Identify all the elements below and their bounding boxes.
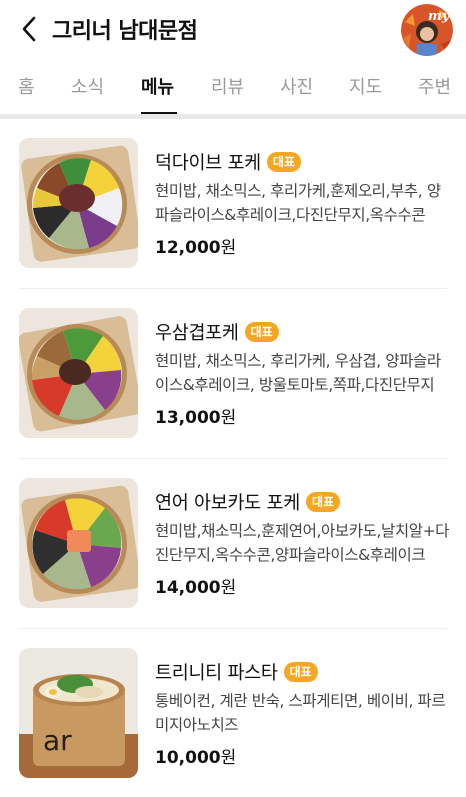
avatar[interactable]: my xyxy=(401,4,453,56)
svg-text:ar: ar xyxy=(43,724,72,757)
tab-menu[interactable]: 메뉴 xyxy=(141,73,174,99)
menu-item-name: 트리니티 파스타 xyxy=(155,663,278,684)
menu-item-name: 덕다이브 포케 xyxy=(155,153,261,174)
price-value: 12,000 xyxy=(155,238,221,258)
price-currency: 원 xyxy=(220,748,237,768)
price-currency: 원 xyxy=(220,408,237,428)
menu-item-photo: ar xyxy=(19,648,138,778)
menu-item-info: 연어 아보카도 포케 대표 현미밥,채소믹스,훈제연어,아보카도,날치알+다진단… xyxy=(155,488,451,598)
menu-item-info: 트리니티 파스타 대표 통베이컨, 계란 반숙, 스파게티면, 베이비, 파르미… xyxy=(155,658,451,768)
menu-item-photo xyxy=(19,308,138,438)
tab-photos[interactable]: 사진 xyxy=(280,73,313,99)
menu-item-name: 우삼겹포케 xyxy=(155,323,239,344)
menu-item-photo xyxy=(19,138,138,268)
menu-item-description: 현미밥, 채소믹스, 후리가케,훈제오리,부추, 양파슬라이스&후레이크,다진단… xyxy=(155,182,441,224)
menu-item-description: 현미밥,채소믹스,훈제연어,아보카도,날치알+다진단무지,옥수수콘,양파슬라이스… xyxy=(155,522,450,564)
menu-item-description: 현미밥, 채소믹스, 후리가케, 우삼겹, 양파슬라이스&후레이크, 방울토마토… xyxy=(155,352,441,394)
back-button[interactable] xyxy=(14,12,44,46)
menu-item-name: 연어 아보카도 포케 xyxy=(155,493,300,514)
tab-bar: 홈 소식 메뉴 리뷰 사진 지도 주변 xyxy=(0,58,466,114)
avatar-label: my xyxy=(428,9,451,24)
top-app-bar: 그리너 남대문점 my xyxy=(0,0,466,58)
tab-nearby[interactable]: 주변 xyxy=(418,73,451,99)
menu-item[interactable]: 우삼겹포케 대표 현미밥, 채소믹스, 후리가케, 우삼겹, 양파슬라이스&후레… xyxy=(0,289,466,457)
signature-badge: 대표 xyxy=(244,322,279,342)
tab-map[interactable]: 지도 xyxy=(349,73,382,99)
chevron-left-icon xyxy=(22,16,36,42)
menu-item-price: 13,000원 xyxy=(155,403,451,428)
price-currency: 원 xyxy=(220,238,237,258)
price-currency: 원 xyxy=(220,578,237,598)
menu-item-price: 10,000원 xyxy=(155,743,451,768)
menu-item-price: 12,000원 xyxy=(155,233,451,258)
menu-item-info: 우삼겹포케 대표 현미밥, 채소믹스, 후리가케, 우삼겹, 양파슬라이스&후레… xyxy=(155,318,451,428)
tab-news[interactable]: 소식 xyxy=(71,73,104,99)
page-title: 그리너 남대문점 xyxy=(52,19,198,44)
tab-home[interactable]: 홈 xyxy=(18,73,35,99)
price-value: 10,000 xyxy=(155,748,221,768)
avatar-image: my xyxy=(401,4,453,56)
price-value: 14,000 xyxy=(155,578,221,598)
menu-item[interactable]: 덕다이브 포케 대표 현미밥, 채소믹스, 후리가케,훈제오리,부추, 양파슬라… xyxy=(0,119,466,287)
signature-badge: 대표 xyxy=(266,152,301,172)
menu-item-info: 덕다이브 포케 대표 현미밥, 채소믹스, 후리가케,훈제오리,부추, 양파슬라… xyxy=(155,148,451,258)
menu-item[interactable]: 연어 아보카도 포케 대표 현미밥,채소믹스,훈제연어,아보카도,날치알+다진단… xyxy=(0,459,466,627)
tab-reviews[interactable]: 리뷰 xyxy=(211,73,244,99)
price-value: 13,000 xyxy=(155,408,221,428)
menu-item-photo xyxy=(19,478,138,608)
menu-item[interactable]: ar 트리니티 파스타 대표 통베이컨, 계란 반숙, 스파게티면, 베이비, … xyxy=(0,629,466,797)
signature-badge: 대표 xyxy=(305,492,341,512)
signature-badge: 대표 xyxy=(283,662,318,682)
menu-item-description: 통베이컨, 계란 반숙, 스파게티면, 베이비, 파르미지아노치즈 xyxy=(155,692,446,734)
menu-item-price: 14,000원 xyxy=(155,573,451,598)
